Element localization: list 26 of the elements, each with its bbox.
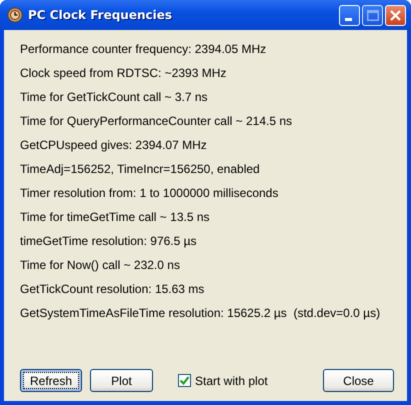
minimize-button[interactable] bbox=[339, 4, 360, 26]
maximize-button[interactable] bbox=[362, 4, 383, 26]
info-text: Clock speed from RDTSC: ~2393 MHz bbox=[20, 65, 228, 82]
window-title: PC Clock Frequencies bbox=[28, 8, 174, 22]
close-dialog-button[interactable]: Close bbox=[323, 369, 394, 392]
refresh-button[interactable]: Refresh bbox=[20, 369, 82, 392]
info-text: GetSystemTimeAsFileTime resolution: 15625.2 µs (std.dev=0.0 µs) bbox=[20, 305, 382, 322]
checkbox[interactable] bbox=[178, 374, 191, 387]
checkbox-label: Start with plot bbox=[195, 374, 268, 388]
minimize-icon bbox=[344, 18, 352, 20]
clock-icon bbox=[7, 7, 23, 23]
close-icon bbox=[390, 10, 401, 20]
info-text: timeGetTime resolution: 976.5 µs bbox=[20, 233, 198, 250]
check-icon bbox=[179, 375, 190, 386]
info-text: Time for QueryPerformanceCounter call ~ 214.5 ns bbox=[20, 113, 294, 130]
info-text: GetTickCount resolution: 15.63 ms bbox=[20, 281, 206, 298]
close-button[interactable] bbox=[385, 4, 406, 26]
info-text: Time for timeGetTime call ~ 13.5 ns bbox=[20, 209, 211, 226]
plot-button[interactable]: Plot bbox=[90, 369, 153, 392]
info-text: TimeAdj=156252, TimeIncr=156250, enabled bbox=[20, 161, 261, 178]
info-text: GetCPUspeed gives: 2394.07 MHz bbox=[20, 137, 208, 154]
info-text: Performance counter frequency: 2394.05 MHz bbox=[20, 41, 268, 58]
info-text: Time for Now() call ~ 232.0 ns bbox=[20, 257, 181, 274]
info-text: Time for GetTickCount call ~ 3.7 ns bbox=[20, 89, 209, 106]
maximize-icon bbox=[366, 10, 378, 20]
info-text: Timer resolution from: 1 to 1000000 milliseconds bbox=[20, 185, 280, 202]
